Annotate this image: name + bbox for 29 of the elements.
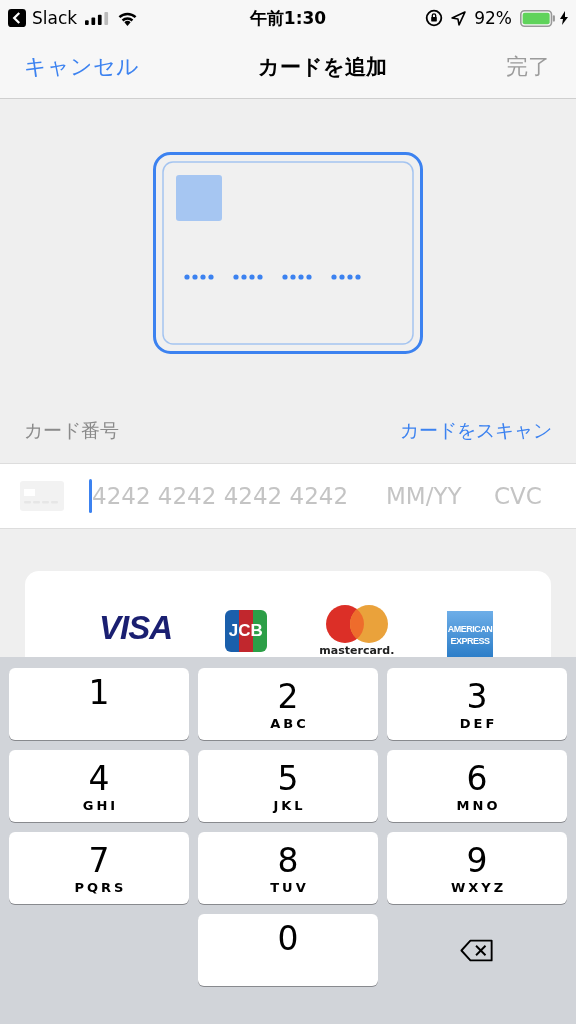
keypad-key[interactable]: 9 WXYZ <box>387 832 567 904</box>
charging-bolt-icon <box>560 11 568 25</box>
amex-logo: AMERICAN EXPRESS <box>447 611 493 657</box>
delete-icon <box>460 938 494 962</box>
keypad-key[interactable]: 4 GHI <box>9 750 189 822</box>
location-arrow-icon <box>451 10 467 26</box>
keypad-key[interactable]: 5 JKL <box>198 750 378 822</box>
battery-icon <box>520 9 556 27</box>
keypad-key[interactable]: 3 DEF <box>387 668 567 740</box>
keypad-key[interactable]: 1 <box>9 668 189 740</box>
keypad-key[interactable]: 8 TUV <box>198 832 378 904</box>
rotation-lock-icon <box>425 9 444 27</box>
text-cursor <box>89 479 92 513</box>
wifi-icon <box>117 10 139 26</box>
keypad-key[interactable]: 2 ABC <box>198 668 378 740</box>
keypad-key[interactable]: 6 MNO <box>387 750 567 822</box>
keypad-key[interactable]: 7 PQRS <box>9 832 189 904</box>
visa-logo: VISA <box>99 609 173 647</box>
card-icon <box>20 481 64 511</box>
keypad-key[interactable]: 0 <box>198 914 378 986</box>
signal-icon <box>85 11 110 25</box>
status-time: 午前1:30 <box>249 6 327 30</box>
battery-percent: 92% <box>474 8 512 28</box>
screen-title: カードを追加 <box>258 54 387 81</box>
back-icon[interactable] <box>8 9 26 27</box>
mastercard-circles-icon <box>325 605 388 643</box>
back-app-label[interactable]: Slack <box>32 8 78 28</box>
mastercard-wordmark: mastercard. <box>319 644 395 657</box>
field-label: カード番号 <box>24 418 119 443</box>
